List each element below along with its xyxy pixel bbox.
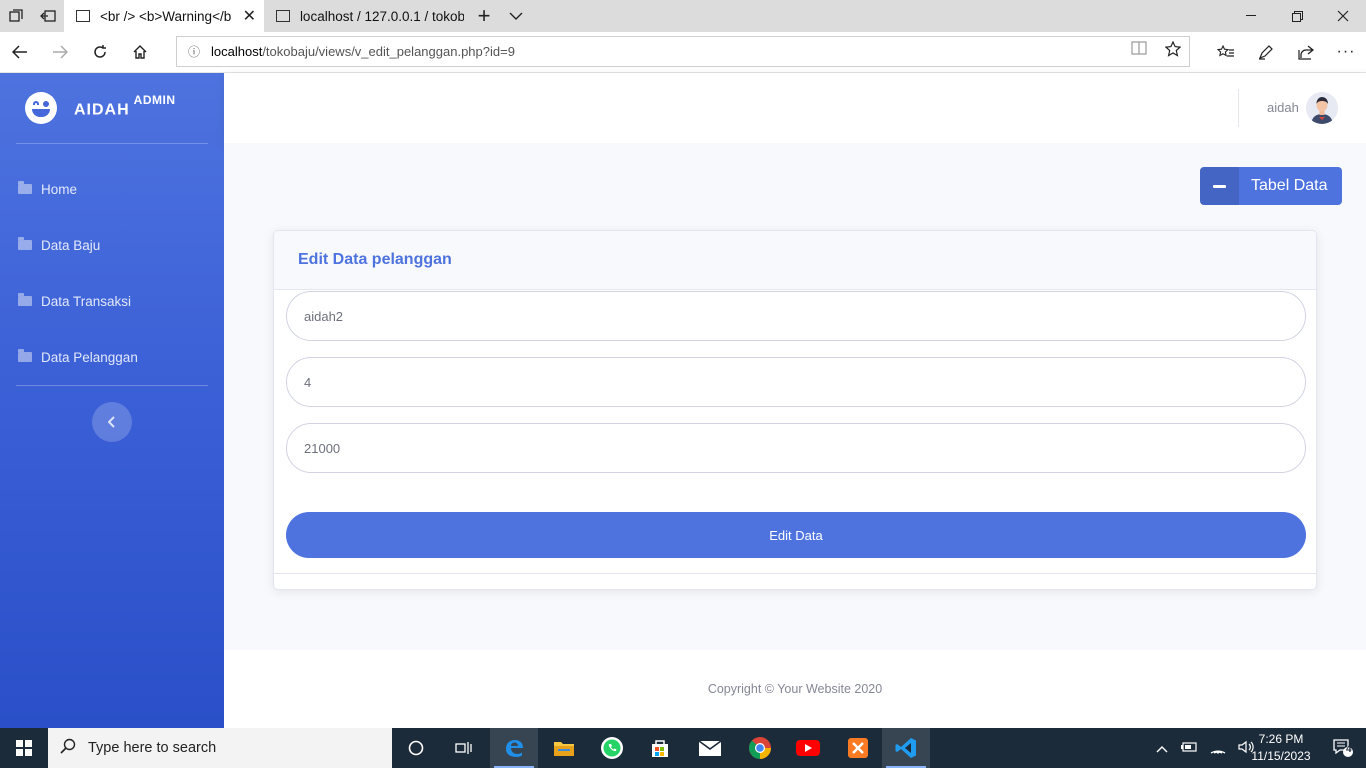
action-center-icon[interactable]: 4 — [1320, 728, 1366, 768]
sidebar-item-data-transaksi[interactable]: Data Transaksi — [0, 273, 224, 329]
folder-icon — [18, 181, 32, 194]
sidebar-divider — [16, 385, 208, 386]
clock-time: 7:26 PM — [1258, 732, 1304, 746]
clock-date: 11/15/2023 — [1251, 749, 1311, 763]
name-field[interactable] — [286, 291, 1306, 341]
sidebar: AIDAHADMIN Home Data Baju Data Transaksi… — [0, 73, 224, 728]
folder-icon — [18, 293, 32, 306]
tab-title: localhost / 127.0.0.1 / tokob — [299, 8, 464, 24]
topbar: aidah — [224, 73, 1366, 143]
chevron-left-icon — [108, 416, 115, 428]
chrome-icon[interactable] — [736, 728, 784, 768]
favorite-star-icon[interactable] — [1164, 40, 1182, 61]
tab-title: <br /> <b>Warning</b — [100, 8, 232, 24]
new-tab-icon[interactable]: + — [468, 0, 500, 32]
card-footer-divider — [274, 573, 1316, 574]
folder-icon — [18, 349, 32, 362]
tabel-data-button[interactable]: Tabel Data — [1200, 167, 1342, 205]
sidebar-item-data-pelanggan[interactable]: Data Pelanggan — [0, 329, 224, 385]
card-title: Edit Data pelanggan — [298, 251, 452, 268]
favorites-list-icon[interactable] — [1206, 32, 1246, 72]
windows-taskbar: Type here to search 7:26 PM 11/15/2023 4 — [0, 728, 1366, 768]
sidebar-divider — [16, 143, 208, 144]
card-header: Edit Data pelanggan — [274, 231, 1316, 290]
user-name[interactable]: aidah — [1267, 100, 1299, 115]
content-area: Tabel Data Edit Data pelanggan Edit Data — [224, 143, 1366, 650]
tab-phpmyadmin[interactable]: localhost / 127.0.0.1 / tokob — [264, 0, 464, 32]
home-icon[interactable] — [120, 32, 160, 72]
search-placeholder: Type here to search — [88, 740, 217, 756]
laugh-wink-icon — [25, 92, 57, 124]
topbar-divider — [1238, 89, 1239, 127]
close-tab-icon[interactable]: ✕ — [243, 6, 256, 26]
minus-icon — [1200, 167, 1239, 205]
mail-icon[interactable] — [686, 728, 734, 768]
clock[interactable]: 7:26 PM 11/15/2023 — [1244, 731, 1318, 765]
copyright-text: Copyright © Your Website 2020 — [707, 682, 883, 696]
more-icon[interactable]: ··· — [1326, 32, 1366, 72]
page-icon — [76, 10, 90, 22]
quantity-field[interactable] — [286, 357, 1306, 407]
edit-card: Edit Data pelanggan Edit Data — [273, 230, 1317, 590]
amount-field[interactable] — [286, 423, 1306, 473]
youtube-icon[interactable] — [784, 728, 832, 768]
footer: Copyright © Your Website 2020 — [224, 650, 1366, 728]
vscode-icon[interactable] — [882, 728, 930, 768]
windows-logo-icon — [16, 740, 32, 756]
chevron-down-icon[interactable] — [500, 0, 532, 32]
pen-icon[interactable] — [1246, 32, 1286, 72]
tabel-data-label: Tabel Data — [1251, 177, 1328, 194]
share-icon[interactable] — [1286, 32, 1326, 72]
page-icon — [276, 10, 290, 22]
browser-tab-strip: <br /> <b>Warning</b ✕ localhost / 127.0… — [0, 0, 1366, 32]
brand-text: AIDAHADMIN — [74, 92, 176, 119]
restore-icon[interactable] — [1274, 0, 1320, 32]
avatar[interactable] — [1306, 92, 1338, 124]
store-icon[interactable] — [636, 728, 684, 768]
task-view-icon[interactable] — [440, 728, 488, 768]
refresh-icon[interactable] — [80, 32, 120, 72]
sidebar-toggle-button[interactable] — [92, 402, 132, 442]
whatsapp-icon[interactable] — [588, 728, 636, 768]
info-icon[interactable]: ⓘ — [177, 43, 211, 60]
start-button[interactable] — [0, 728, 48, 768]
minimize-icon[interactable] — [1228, 0, 1274, 32]
chevron-up-icon[interactable] — [1156, 741, 1168, 756]
forward-icon[interactable] — [40, 32, 80, 72]
sidebar-item-label: Data Pelanggan — [41, 349, 138, 365]
sidebar-item-label: Home — [41, 181, 78, 197]
reading-view-icon[interactable] — [1131, 41, 1147, 61]
set-tabs-aside-icon[interactable] — [32, 0, 64, 32]
sidebar-item-label: Data Baju — [41, 237, 101, 253]
file-explorer-icon[interactable] — [540, 728, 588, 768]
system-tray — [1156, 728, 1254, 768]
tab-warning[interactable]: <br /> <b>Warning</b ✕ — [64, 0, 264, 32]
folder-icon — [18, 237, 32, 250]
close-window-icon[interactable] — [1320, 0, 1366, 32]
back-icon[interactable] — [0, 32, 40, 72]
url-text: localhost/tokobaju/views/v_edit_pelangga… — [211, 44, 515, 59]
address-bar[interactable]: ⓘ localhost/tokobaju/views/v_edit_pelang… — [176, 36, 1190, 67]
sidebar-item-label: Data Transaksi — [41, 293, 132, 309]
search-icon — [48, 738, 88, 759]
taskbar-search[interactable]: Type here to search — [48, 728, 392, 768]
edit-data-button[interactable]: Edit Data — [286, 512, 1306, 558]
cortana-icon[interactable] — [392, 728, 440, 768]
brand[interactable]: AIDAHADMIN — [0, 73, 224, 143]
xampp-icon[interactable] — [834, 728, 882, 768]
wifi-icon[interactable] — [1210, 740, 1226, 757]
sidebar-item-home[interactable]: Home — [0, 161, 224, 217]
edge-icon[interactable] — [490, 728, 538, 768]
browser-navbar: ⓘ localhost/tokobaju/views/v_edit_pelang… — [0, 32, 1366, 73]
sidebar-item-data-baju[interactable]: Data Baju — [0, 217, 224, 273]
notification-count: 4 — [1346, 744, 1352, 755]
tab-actions-icon[interactable] — [0, 0, 32, 32]
battery-icon[interactable] — [1180, 741, 1198, 756]
